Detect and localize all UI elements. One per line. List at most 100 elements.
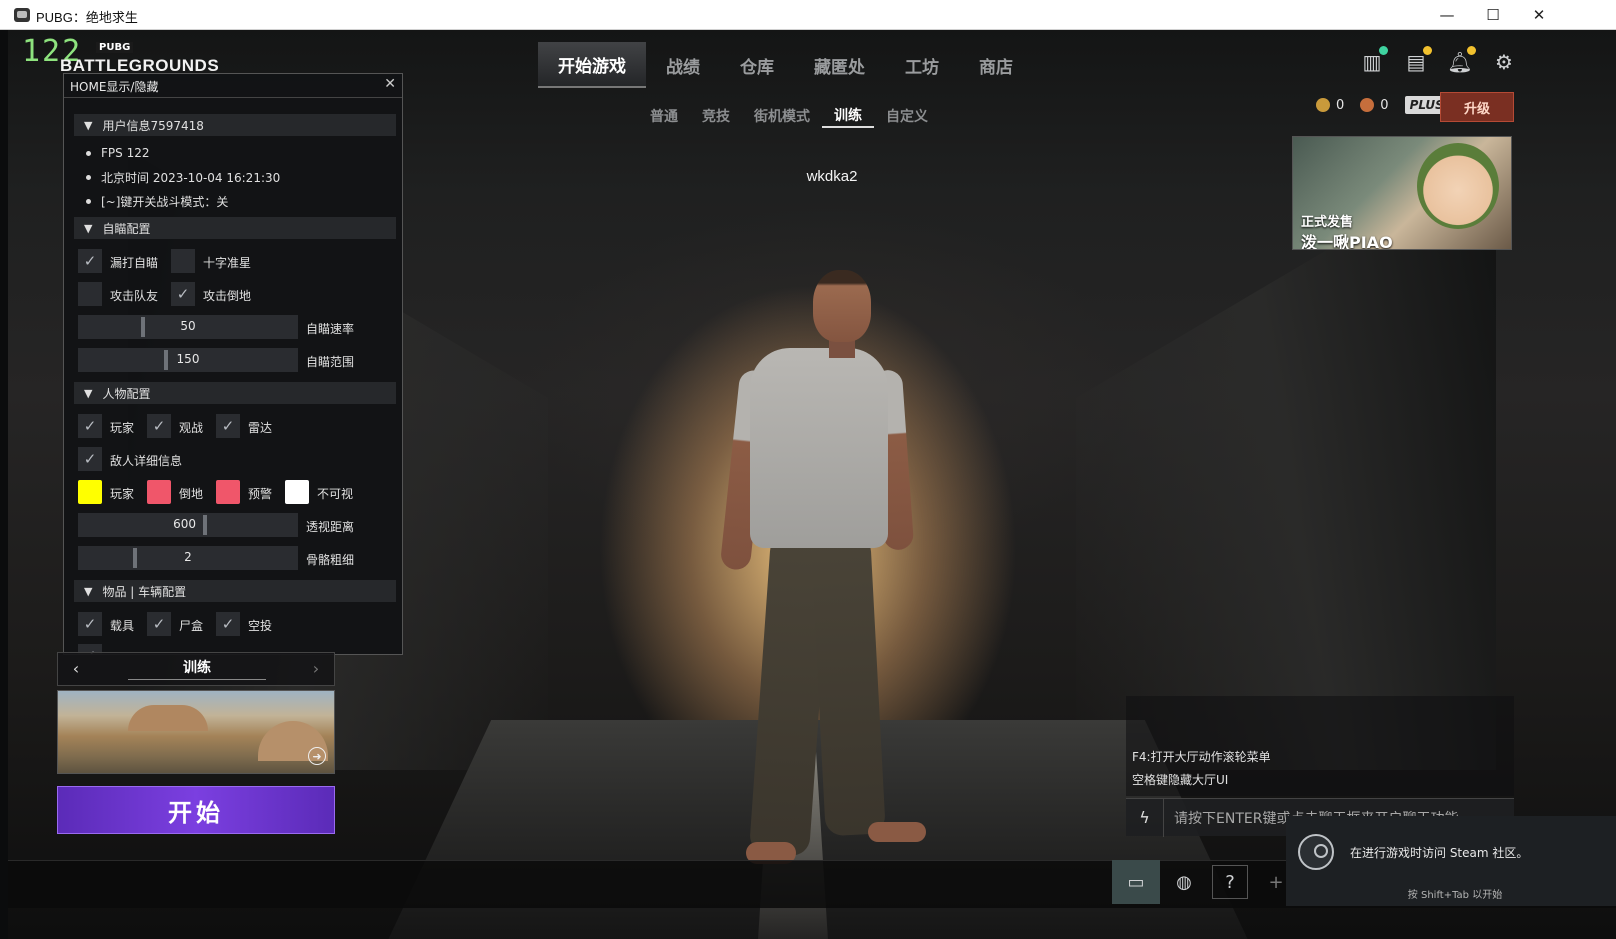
tab-workshop[interactable]: 工坊 <box>885 42 959 88</box>
color-swatch-downed[interactable] <box>147 480 171 504</box>
pubg-window: PUBG：绝地求生 — ☐ ✕ 122 PUBG BATTLEGROUNDS 开… <box>0 0 1616 939</box>
promo-line-1: 正式发售 <box>1301 215 1354 230</box>
checkbox-deathbox[interactable]: ✓ <box>147 612 171 636</box>
menu-close-icon[interactable]: ✕ <box>384 76 396 92</box>
bp-icon <box>1360 98 1375 112</box>
subtab-normal[interactable]: 普通 <box>638 104 690 128</box>
label-aim-speed: 自瞄速率 <box>306 322 355 336</box>
promo-banner[interactable]: 正式发售 泼一啾PIAO <box>1292 136 1512 250</box>
gcoin-icon <box>1316 98 1330 112</box>
mode-next-arrow-icon[interactable]: › <box>306 659 326 678</box>
slider-aim-speed[interactable]: 50 <box>78 315 298 339</box>
tab-store[interactable]: 商店 <box>959 42 1033 88</box>
minimize-button[interactable]: — <box>1424 0 1470 30</box>
missions-badge <box>1423 46 1432 55</box>
section-label: 人物配置 <box>102 386 151 401</box>
label-color-downed: 倒地 <box>179 487 204 501</box>
color-swatch-invisible[interactable] <box>285 480 309 504</box>
store-badge <box>1379 46 1388 55</box>
section-aim-config[interactable]: ▼ 自瞄配置 <box>74 217 396 239</box>
chat-bubble-icon[interactable]: ▭ <box>1112 860 1160 904</box>
notification-badge <box>1467 46 1476 55</box>
promo-character-image <box>1417 143 1499 229</box>
mode-underline <box>128 679 266 680</box>
upgrade-button[interactable]: 升级 <box>1440 92 1514 122</box>
collapse-triangle-icon: ▼ <box>84 386 93 400</box>
section-item-vehicle-config[interactable]: ▼ 物品 | 车辆配置 <box>74 580 396 602</box>
subtab-ranked[interactable]: 竞技 <box>690 104 742 128</box>
mode-label: 训练 <box>183 660 211 676</box>
color-swatch-warning[interactable] <box>216 480 240 504</box>
subtab-custom[interactable]: 自定义 <box>874 104 940 128</box>
window-titlebar: PUBG：绝地求生 — ☐ ✕ <box>0 0 1616 30</box>
label-airdrop: 空投 <box>248 619 273 633</box>
checkbox-enemy-details[interactable]: ✓ <box>78 447 102 471</box>
checkbox-spectate[interactable]: ✓ <box>147 414 171 438</box>
color-swatch-player[interactable] <box>78 480 102 504</box>
menu-header: HOME显示/隐藏 ✕ <box>64 74 402 98</box>
beijing-time-line: 北京时间 2023-10-04 16:21:30 <box>86 169 280 186</box>
label-crosshair: 十字准星 <box>203 256 252 270</box>
start-button[interactable]: 开始 <box>57 786 335 834</box>
slider-aim-range[interactable]: 150 <box>78 348 298 372</box>
checkbox-radar[interactable]: ✓ <box>216 414 240 438</box>
collapse-triangle-icon: ▼ <box>84 584 93 598</box>
collapse-triangle-icon: ▼ <box>84 221 93 235</box>
combat-mode-line: [~]键开关战斗模式：关 <box>86 193 228 210</box>
checkbox-vehicle[interactable]: ✓ <box>78 612 102 636</box>
tab-inventory[interactable]: 仓库 <box>720 42 794 88</box>
map-mesa-1 <box>128 705 208 731</box>
notification-bell-icon[interactable]: 🔔︎ <box>1446 46 1476 76</box>
settings-gear-icon[interactable]: ⚙ <box>1490 48 1518 76</box>
slider-bone-thickness[interactable]: 2 <box>78 546 298 570</box>
slider-value: 2 <box>184 550 192 564</box>
checkbox-attack-downed[interactable]: ✓ <box>171 282 195 306</box>
steam-overlay-toast[interactable]: 在进行游戏时访问 Steam 社区。 按 Shift+Tab 以开始 <box>1286 816 1616 906</box>
store-icon[interactable]: ▥ <box>1358 46 1388 76</box>
label-color-warning: 预警 <box>248 487 273 501</box>
lightning-icon[interactable]: ϟ <box>1126 798 1164 837</box>
subtab-training[interactable]: 训练 <box>822 104 874 128</box>
checkbox-crosshair[interactable] <box>171 249 195 273</box>
main-nav: 开始游戏 战绩 仓库 藏匿处 工坊 商店 <box>538 42 1033 88</box>
map-go-arrow-icon[interactable]: ➜ <box>308 747 326 765</box>
hint-emote-wheel: F4:打开大厅动作滚轮菜单 <box>1132 750 1271 764</box>
close-window-button[interactable]: ✕ <box>1516 0 1562 30</box>
missions-icon[interactable]: ▤ <box>1402 46 1432 76</box>
steam-shortcut-hint: 按 Shift+Tab 以开始 <box>1407 890 1503 901</box>
checkbox-visible-aim[interactable]: ✓ <box>78 249 102 273</box>
checkbox-attack-teammates[interactable] <box>78 282 102 306</box>
section-character-config[interactable]: ▼ 人物配置 <box>74 382 396 404</box>
slider-esp-distance[interactable]: 600 <box>78 513 298 537</box>
bp-amount: 0 <box>1380 97 1389 113</box>
label-spectate: 观战 <box>179 421 204 435</box>
section-user-info[interactable]: ▼ 用户信息7597418 <box>74 114 396 136</box>
mode-selector: ‹ 训练 › <box>57 652 335 686</box>
label-player: 玩家 <box>110 421 135 435</box>
currency-bar: 0 0 PLUS+ <box>1316 96 1459 114</box>
section-label: 自瞄配置 <box>102 221 151 236</box>
tab-hideout[interactable]: 藏匿处 <box>794 42 885 88</box>
checkbox-player[interactable]: ✓ <box>78 414 102 438</box>
label-attack-downed: 攻击倒地 <box>203 289 252 303</box>
label-bone-thickness: 骨骼粗细 <box>306 553 355 567</box>
slider-value: 150 <box>176 352 200 366</box>
mode-prev-arrow-icon[interactable]: ‹ <box>66 659 86 678</box>
subtab-arcade[interactable]: 街机模式 <box>742 104 822 128</box>
tab-play[interactable]: 开始游戏 <box>538 42 646 88</box>
slider-handle[interactable] <box>203 515 207 535</box>
character-foot-right <box>868 822 926 842</box>
tab-career[interactable]: 战绩 <box>646 42 720 88</box>
label-esp-distance: 透视距离 <box>306 520 355 534</box>
globe-icon[interactable]: ◍ <box>1160 860 1208 904</box>
maximize-button[interactable]: ☐ <box>1470 0 1516 30</box>
label-vehicle: 载具 <box>110 619 135 633</box>
slider-value: 600 <box>173 517 196 531</box>
menu-title: HOME显示/隐藏 <box>70 80 159 94</box>
label-attack-teammates: 攻击队友 <box>110 289 159 303</box>
map-thumbnail[interactable]: ➜ <box>57 690 335 774</box>
game-lobby-viewport: 122 PUBG BATTLEGROUNDS 开始游戏 战绩 仓库 藏匿处 工坊… <box>8 30 1616 939</box>
checkbox-airdrop[interactable]: ✓ <box>216 612 240 636</box>
help-question-icon[interactable]: ? <box>1212 865 1248 899</box>
label-deathbox: 尸盒 <box>179 619 204 633</box>
